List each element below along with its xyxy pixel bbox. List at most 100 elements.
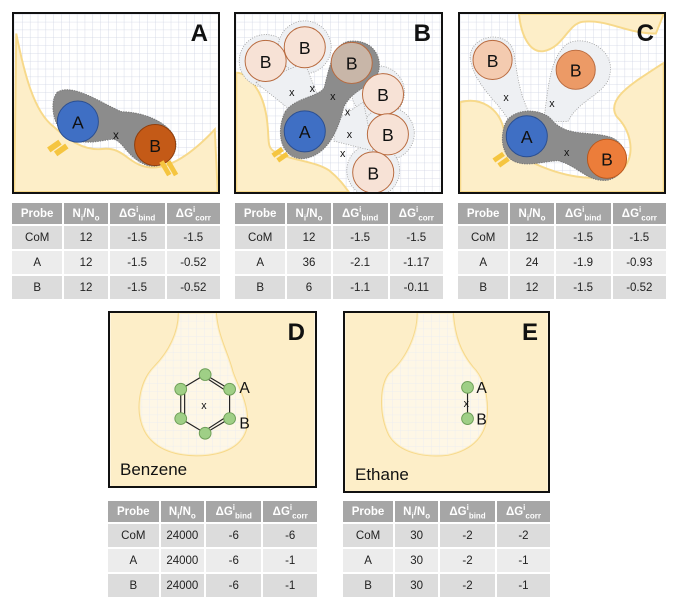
header-probe: Probe — [12, 203, 63, 224]
atom-b-label: B — [476, 411, 486, 428]
table-row: B 24000 -6 -1 — [108, 574, 317, 597]
cell-ratio: 24 — [510, 251, 554, 274]
header-dg-bind: ΔGibind — [332, 203, 388, 224]
panel-letter: B — [413, 20, 431, 47]
cell-ratio: 12 — [287, 226, 331, 249]
cell-bind: -1.5 — [555, 276, 611, 299]
table-row: A 24 -1.9 -0.93 — [458, 251, 666, 274]
cell-corr: -1.5 — [166, 226, 220, 249]
cell-ratio: 24000 — [160, 524, 205, 547]
panel-b-diagram: A B B B B B B x x x x x x — [236, 14, 441, 192]
molecule-name: Ethane — [355, 465, 409, 484]
table-row: CoM 12 -1.5 -1.5 — [458, 226, 666, 249]
ethane-atom-a — [461, 380, 474, 394]
cell-bind: -1.1 — [332, 276, 388, 299]
cell-probe: A — [343, 549, 394, 572]
header-dg-corr: ΔGicorr — [166, 203, 220, 224]
ethane-atom-b — [461, 412, 474, 425]
panel-letter: A — [190, 20, 208, 47]
cell-corr: -1 — [496, 574, 550, 597]
header-dg-bind: ΔGibind — [109, 203, 165, 224]
atom-b-label: B — [149, 136, 161, 156]
header-dg-corr: ΔGicorr — [496, 501, 550, 522]
svg-text:x: x — [330, 91, 336, 103]
cell-ratio: 30 — [395, 549, 439, 572]
atom-a-label: A — [72, 112, 84, 132]
cell-ratio: 6 — [287, 276, 331, 299]
header-probe: Probe — [108, 501, 159, 522]
header-dg-corr: ΔGicorr — [389, 203, 443, 224]
header-dg-bind: ΔGibind — [555, 203, 611, 224]
cell-corr: -1.5 — [389, 226, 443, 249]
table-row: A 12 -1.5 -0.52 — [12, 251, 220, 274]
panel-e: A B x E Ethane — [343, 311, 550, 493]
header-dg-corr: ΔGicorr — [263, 501, 317, 522]
cell-corr: -0.93 — [612, 251, 666, 274]
cell-bind: -2.1 — [332, 251, 388, 274]
cell-corr: -1 — [263, 574, 317, 597]
table-header-row: Probe Ni/No ΔGibind ΔGicorr — [343, 501, 550, 522]
header-probe: Probe — [458, 203, 509, 224]
cell-ratio: 24000 — [160, 574, 205, 597]
table-b: Probe Ni/No ΔGibind ΔGicorr CoM 12 -1.5 -1.5 A 36… — [233, 201, 445, 301]
header-ratio: Ni/No — [64, 203, 108, 224]
cell-corr: -1.5 — [612, 226, 666, 249]
svg-text:B: B — [601, 150, 613, 170]
svg-text:x: x — [347, 129, 353, 141]
table-row: CoM 12 -1.5 -1.5 — [12, 226, 220, 249]
cell-ratio: 12 — [64, 251, 108, 274]
panel-a: A B x A — [12, 12, 220, 194]
atom-b-label: B — [239, 415, 249, 432]
table-row: CoM 12 -1.5 -1.5 — [235, 226, 443, 249]
svg-text:B: B — [487, 51, 499, 71]
cell-bind: -2 — [440, 524, 495, 547]
svg-text:B: B — [299, 38, 311, 58]
cell-ratio: 12 — [510, 226, 554, 249]
header-ratio: Ni/No — [287, 203, 331, 224]
header-dg-corr: ΔGicorr — [612, 203, 666, 224]
cell-probe: B — [235, 276, 286, 299]
com-marker: x — [201, 400, 207, 412]
header-probe: Probe — [235, 203, 286, 224]
cell-bind: -6 — [206, 574, 262, 597]
cell-corr: -1.17 — [389, 251, 443, 274]
table-d: Probe Ni/No ΔGibind ΔGicorr CoM 24000 -6 -6 A 240… — [106, 499, 319, 599]
svg-text:B: B — [570, 61, 582, 81]
header-ratio: Ni/No — [395, 501, 439, 522]
atom-a-label: A — [299, 122, 311, 142]
cell-ratio: 30 — [395, 524, 439, 547]
cell-corr: -1 — [263, 549, 317, 572]
cell-bind: -1.5 — [109, 226, 165, 249]
header-dg-bind: ΔGibind — [440, 501, 495, 522]
table-row: A 24000 -6 -1 — [108, 549, 317, 572]
svg-text:x: x — [340, 148, 346, 160]
com-marker: x — [464, 398, 470, 410]
atom-a-label: A — [521, 127, 533, 147]
table-row: CoM 30 -2 -2 — [343, 524, 550, 547]
table-row: A 30 -2 -1 — [343, 549, 550, 572]
cell-bind: -1.5 — [109, 276, 165, 299]
cell-ratio: 12 — [64, 226, 108, 249]
cell-probe: B — [458, 276, 509, 299]
cell-ratio: 12 — [64, 276, 108, 299]
svg-text:B: B — [367, 163, 379, 183]
header-ratio: Ni/No — [160, 501, 205, 522]
cell-probe: A — [235, 251, 286, 274]
table-row: B 30 -2 -1 — [343, 574, 550, 597]
svg-text:x: x — [503, 92, 509, 104]
panel-letter: C — [636, 20, 654, 47]
cell-ratio: 24000 — [160, 549, 205, 572]
panel-d: A B x D Benzene — [108, 311, 317, 488]
panel-c: A B B B x x x C — [458, 12, 666, 194]
panel-b: A B B B B B B x x x x x x B — [234, 12, 443, 194]
cell-probe: CoM — [108, 524, 159, 547]
table-row: B 6 -1.1 -0.11 — [235, 276, 443, 299]
cell-probe: A — [12, 251, 63, 274]
cell-probe: A — [108, 549, 159, 572]
panel-letter: E — [521, 319, 538, 346]
svg-text:B: B — [382, 125, 394, 145]
cell-bind: -1.5 — [109, 251, 165, 274]
svg-text:x: x — [289, 87, 295, 99]
cell-bind: -1.9 — [555, 251, 611, 274]
table-a: Probe Ni/No ΔGibind ΔGicorr CoM 12 -1.5 -1.5 A 12… — [10, 201, 222, 301]
